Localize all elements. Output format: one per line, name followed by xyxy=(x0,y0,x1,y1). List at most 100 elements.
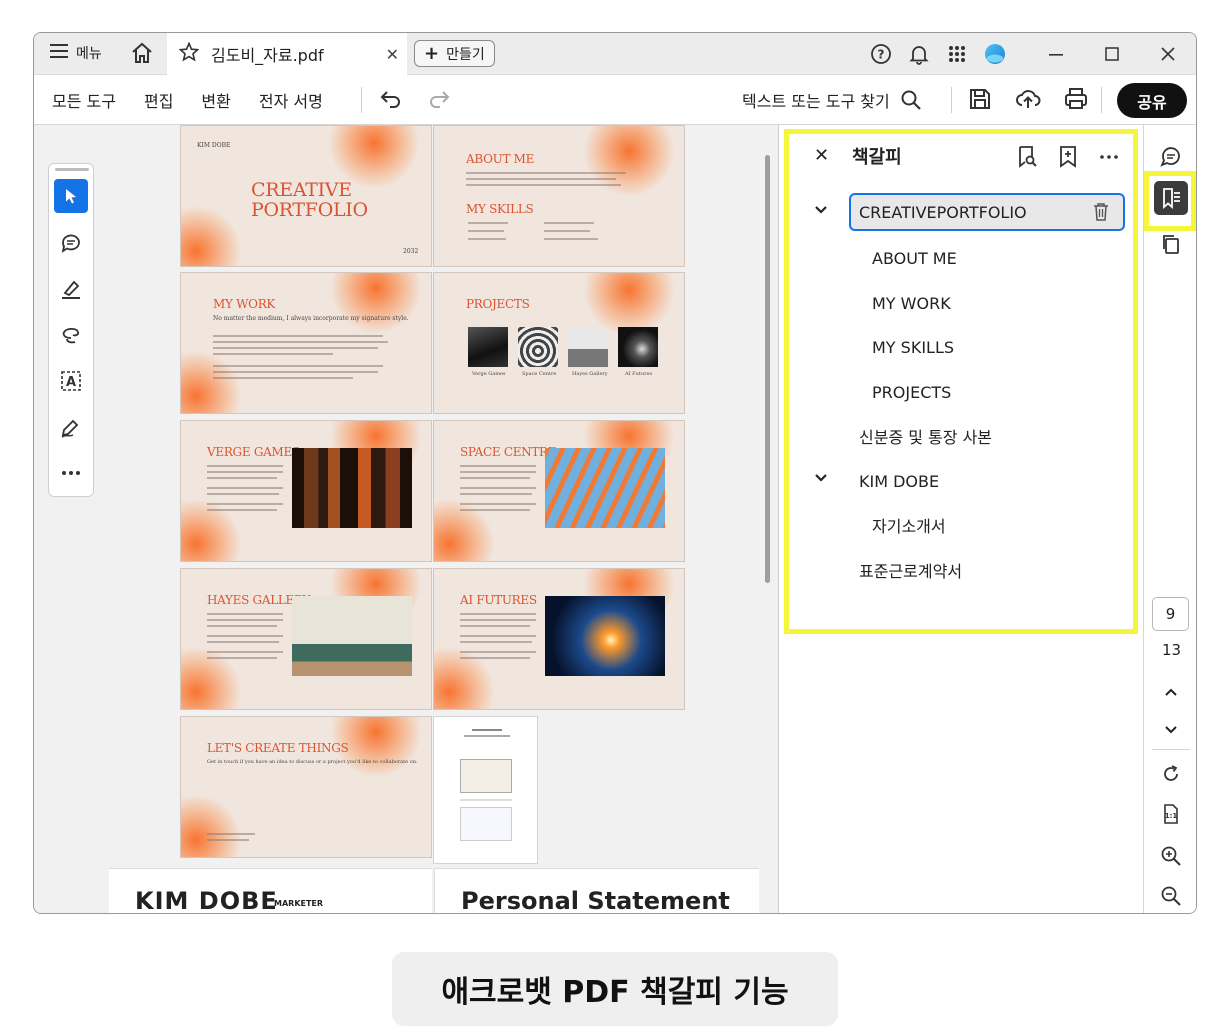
document-tab[interactable]: 김도비_자료.pdf ✕ xyxy=(167,33,407,75)
bookmark-item[interactable]: 자기소개서 xyxy=(872,507,946,543)
page-thumbnail[interactable]: ABOUT ME MY SKILLS xyxy=(433,125,685,267)
menu-all-tools[interactable]: 모든 도구 xyxy=(52,88,116,112)
select-cursor-icon[interactable] xyxy=(54,179,88,213)
thumb-title: AI FUTURES xyxy=(460,593,537,607)
thumb-title: SPACE CENTRE xyxy=(460,445,557,459)
page-thumbnail[interactable]: VERGE GAMES xyxy=(180,420,432,562)
bookmark-panel-icon[interactable] xyxy=(1154,181,1188,215)
bookmark-item[interactable]: 표준근로계약서 xyxy=(859,552,962,588)
page-thumbnail[interactable]: AI FUTURES xyxy=(433,568,685,710)
page-thumbnails: KIM DOBE CREATIVE PORTFOLIO 2032 ABOUT M… xyxy=(109,125,759,913)
menu-button[interactable]: 메뉴 xyxy=(50,43,102,63)
page-thumbnail[interactable]: HAYES GALLERY xyxy=(180,568,432,710)
chevron-down-icon[interactable] xyxy=(814,471,828,487)
help-icon[interactable]: ? xyxy=(862,33,900,75)
bookmark-label: 표준근로계약서 xyxy=(859,562,963,581)
title-bar-controls: ? xyxy=(862,33,1196,75)
bookmark-item[interactable]: PROJECTS xyxy=(872,374,951,410)
bell-icon[interactable] xyxy=(900,33,938,75)
avatar[interactable] xyxy=(976,33,1014,75)
undo-redo-group xyxy=(379,87,451,111)
create-button[interactable]: + 만들기 xyxy=(414,40,495,67)
page-thumbnail[interactable]: MY WORK No matter the medium, I always i… xyxy=(180,272,432,414)
chevron-down-icon[interactable] xyxy=(1156,715,1186,745)
tool-search[interactable]: 텍스트 또는 도구 찾기 xyxy=(742,75,922,125)
chevron-up-icon[interactable] xyxy=(1156,677,1186,707)
page-thumbnail[interactable]: LET'S CREATE THINGS Get in touch if you … xyxy=(180,716,432,858)
thumb-year: 2032 xyxy=(403,248,419,255)
page-thumbnail[interactable]: PROJECTS Verge Games Space Centre Hayes … xyxy=(433,272,685,414)
bookmark-item[interactable]: MY WORK xyxy=(872,285,951,321)
bookmark-item[interactable]: MY SKILLS xyxy=(872,329,954,365)
actual-size-icon[interactable]: 1:1 xyxy=(1156,799,1186,829)
minimize-button[interactable] xyxy=(1028,33,1084,75)
star-icon[interactable] xyxy=(178,41,200,66)
rail-divider xyxy=(1152,749,1190,750)
chevron-down-icon[interactable] xyxy=(814,203,828,219)
menu-edit[interactable]: 편집 xyxy=(144,88,173,112)
page-preview-right: Personal Statement xyxy=(434,868,759,914)
pages-panel-icon[interactable] xyxy=(1156,229,1186,259)
text-box-icon[interactable]: A xyxy=(54,364,88,398)
search-icon xyxy=(901,90,921,110)
bookmark-item[interactable]: KIM DOBE xyxy=(859,463,939,499)
redo-icon[interactable] xyxy=(427,87,451,111)
share-button[interactable]: 공유 xyxy=(1117,83,1187,118)
more-tools-icon[interactable] xyxy=(54,456,88,490)
hamburger-icon xyxy=(50,44,68,62)
page-thumbnail[interactable] xyxy=(433,716,538,864)
bookmark-label: 신분증 및 통장 사본 xyxy=(859,428,993,447)
menu-convert[interactable]: 변환 xyxy=(201,88,230,112)
bookmark-item-selected[interactable]: CREATIVEPORTFOLIO xyxy=(849,193,1125,231)
bookmarks-panel: ✕ 책갈피 CREATIVEPORTFOLIO ABOUT ME MY WORK xyxy=(779,125,1143,913)
close-panel-icon[interactable]: ✕ xyxy=(814,145,829,166)
bookmark-search-icon[interactable] xyxy=(1016,145,1038,169)
lasso-draw-icon[interactable] xyxy=(54,318,88,352)
create-label: 만들기 xyxy=(446,46,485,63)
bookmark-label: CREATIVEPORTFOLIO xyxy=(859,203,1027,222)
home-button[interactable] xyxy=(131,42,153,68)
add-bookmark-icon[interactable] xyxy=(1058,145,1078,169)
thumb-title: LET'S CREATE THINGS xyxy=(207,741,349,755)
save-icon[interactable] xyxy=(967,86,993,112)
zoom-out-icon[interactable] xyxy=(1156,881,1186,911)
highlighter-icon[interactable] xyxy=(54,272,88,306)
bookmark-label: MY WORK xyxy=(872,293,951,313)
comment-panel-icon[interactable] xyxy=(1156,141,1186,171)
upload-cloud-icon[interactable] xyxy=(1015,86,1041,112)
apps-grid-icon[interactable] xyxy=(938,33,976,75)
bookmark-label: ABOUT ME xyxy=(872,248,957,268)
rotate-icon[interactable] xyxy=(1156,759,1186,789)
more-options-icon[interactable] xyxy=(1098,145,1120,169)
thumb-title: VERGE GAMES xyxy=(207,445,300,459)
menu-e-sign[interactable]: 전자 서명 xyxy=(259,88,323,112)
close-window-button[interactable] xyxy=(1140,33,1196,75)
page-thumbnail[interactable]: SPACE CENTRE xyxy=(433,420,685,562)
trash-icon[interactable] xyxy=(1091,202,1111,226)
comment-icon[interactable] xyxy=(54,226,88,260)
page-thumbnail[interactable]: KIM DOBE CREATIVE PORTFOLIO 2032 xyxy=(180,125,432,267)
document-scrollbar[interactable] xyxy=(765,155,770,583)
bookmark-item[interactable]: ABOUT ME xyxy=(872,240,957,276)
tool-menu: 모든 도구 편집 변환 전자 서명 xyxy=(52,75,323,125)
drag-handle[interactable] xyxy=(55,168,89,171)
undo-icon[interactable] xyxy=(379,87,403,111)
svg-text:1:1: 1:1 xyxy=(1165,812,1178,820)
page-number-input[interactable]: 9 xyxy=(1152,597,1189,631)
bookmark-item[interactable]: 신분증 및 통장 사본 xyxy=(859,418,992,454)
maximize-button[interactable] xyxy=(1084,33,1140,75)
toolbar-divider xyxy=(951,87,952,113)
sign-pen-icon[interactable] xyxy=(54,410,88,444)
project-caption: Hayes Gallery xyxy=(572,371,608,377)
page-preview-left: KIM DOBE MARKETER xyxy=(109,868,432,913)
thumb-subtitle: No matter the medium, I always incorpora… xyxy=(213,315,409,322)
print-icon[interactable] xyxy=(1063,86,1089,112)
close-tab-icon[interactable]: ✕ xyxy=(386,45,399,64)
preview-title: Personal Statement xyxy=(461,887,730,914)
toolbar-divider xyxy=(1101,87,1102,113)
bookmark-label: 자기소개서 xyxy=(872,517,946,536)
thumb-author: KIM DOBE xyxy=(197,142,231,149)
thumb-title: ABOUT ME xyxy=(466,152,535,166)
project-caption: AI Futures xyxy=(625,371,653,377)
zoom-in-icon[interactable] xyxy=(1156,841,1186,871)
